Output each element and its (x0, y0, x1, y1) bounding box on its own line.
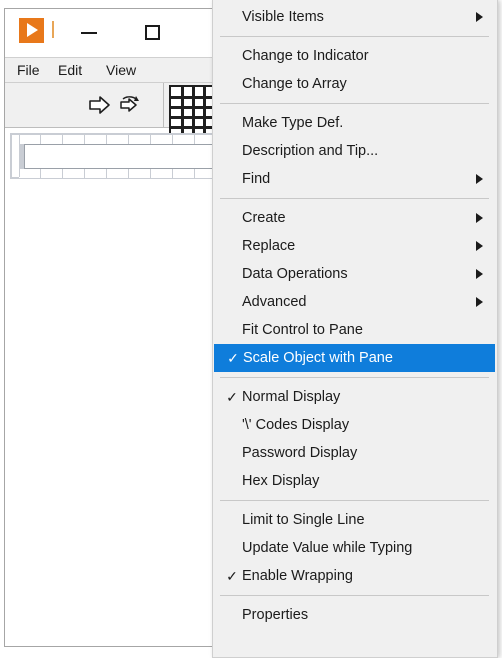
play-triangle-icon (27, 23, 38, 37)
string-control-bottom-ruler (18, 169, 235, 178)
menu-item-change-to-indicator[interactable]: Change to Indicator (213, 42, 497, 70)
submenu-arrow-icon (476, 297, 483, 307)
menu-item-normal-display[interactable]: ✓ Normal Display (213, 383, 497, 411)
string-control-left-rail (12, 135, 20, 177)
front-panel-canvas[interactable] (6, 183, 235, 646)
menu-item-change-to-array[interactable]: Change to Array (213, 70, 497, 98)
menu-item-codes-display[interactable]: '\' Codes Display (213, 411, 497, 439)
context-menu: Visible Items Change to Indicator Change… (212, 0, 498, 658)
maximize-icon (145, 25, 160, 40)
menu-item-limit-to-single-line[interactable]: Limit to Single Line (213, 506, 497, 534)
minimize-button[interactable] (73, 19, 113, 45)
submenu-arrow-icon (476, 241, 483, 251)
submenu-arrow-icon (476, 12, 483, 22)
submenu-arrow-icon (476, 269, 483, 279)
menu-bar: File Edit View (5, 57, 235, 83)
title-bar (5, 9, 235, 57)
minimize-icon (81, 32, 97, 34)
checkmark-icon: ✓ (226, 389, 238, 405)
menu-item-hex-display[interactable]: Hex Display (213, 467, 497, 495)
run-continuously-icon[interactable] (119, 95, 141, 115)
menu-item-create[interactable]: Create (213, 204, 497, 232)
menu-item-edit[interactable]: Edit (58, 61, 82, 80)
menu-item-password-display[interactable]: Password Display (213, 439, 497, 467)
menu-item-properties[interactable]: Properties (213, 601, 497, 629)
menu-separator (220, 36, 489, 37)
menu-separator (220, 103, 489, 104)
menu-item-find[interactable]: Find (213, 165, 497, 193)
menu-item-data-operations[interactable]: Data Operations (213, 260, 497, 288)
submenu-arrow-icon (476, 174, 483, 184)
menu-item-scale-object-with-pane[interactable]: ✓ Scale Object with Pane (214, 344, 495, 372)
menu-item-fit-control-to-pane[interactable]: Fit Control to Pane (213, 316, 497, 344)
checkmark-icon: ✓ (226, 568, 238, 584)
menu-item-visible-items[interactable]: Visible Items (213, 3, 497, 31)
menu-item-view[interactable]: View (106, 61, 136, 80)
menu-separator (220, 500, 489, 501)
menu-item-advanced[interactable]: Advanced (213, 288, 497, 316)
submenu-arrow-icon (476, 213, 483, 223)
toolbar-separator (163, 83, 164, 128)
menu-item-enable-wrapping[interactable]: ✓ Enable Wrapping (213, 562, 497, 590)
string-control[interactable] (10, 133, 235, 179)
toolbar (5, 83, 235, 143)
menu-item-make-type-def[interactable]: Make Type Def. (213, 109, 497, 137)
menu-item-file[interactable]: File (17, 61, 40, 80)
string-control-text-area[interactable] (24, 144, 235, 169)
menu-separator (220, 198, 489, 199)
run-arrow-icon[interactable] (89, 95, 111, 115)
menu-item-description-and-tip[interactable]: Description and Tip... (213, 137, 497, 165)
maximize-button[interactable] (137, 19, 177, 45)
labview-play-icon (19, 18, 44, 43)
text-cursor-icon (52, 21, 54, 38)
labview-vi-window: File Edit View (4, 8, 236, 647)
menu-item-replace[interactable]: Replace (213, 232, 497, 260)
menu-separator (220, 595, 489, 596)
checkmark-icon: ✓ (227, 350, 239, 366)
menu-separator (220, 377, 489, 378)
string-control-top-ruler (18, 135, 235, 144)
menu-item-update-value-while-typing[interactable]: Update Value while Typing (213, 534, 497, 562)
